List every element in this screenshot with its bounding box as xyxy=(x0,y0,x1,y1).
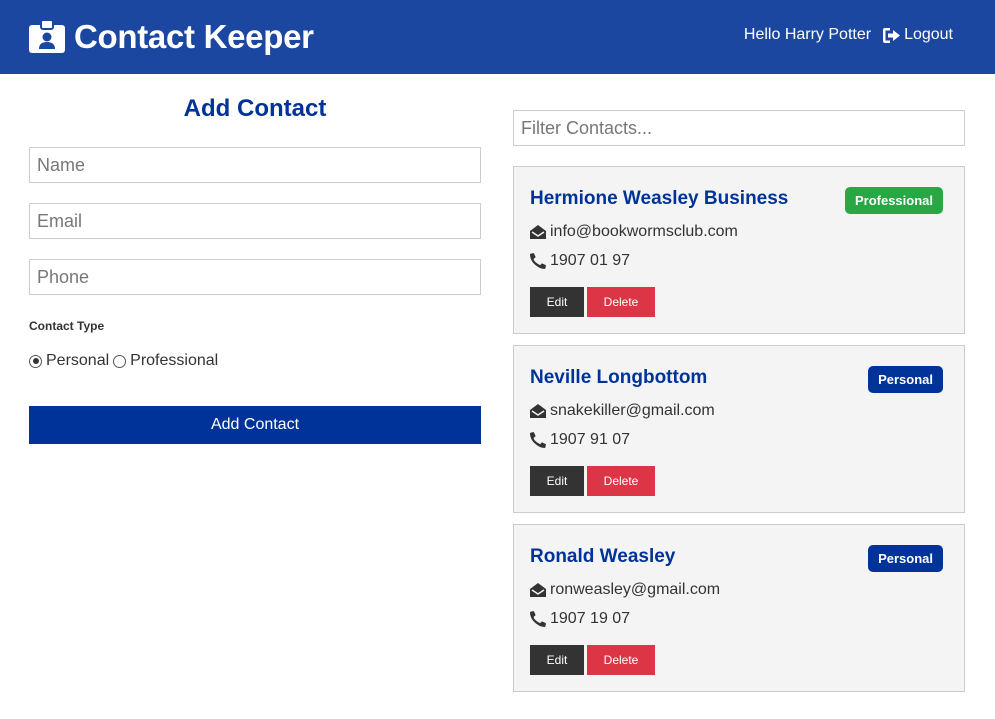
user-greeting: Hello Harry Potter xyxy=(743,26,872,43)
contact-card: Ronald Weasley Personal ronweasley@gmail… xyxy=(513,524,965,692)
personal-radio-label: Personal xyxy=(46,352,110,369)
contact-list: Hermione Weasley Business Professional i… xyxy=(513,110,965,692)
sign-out-icon xyxy=(883,27,901,43)
contact-email-row: ronweasley@gmail.com xyxy=(530,581,720,599)
name-input[interactable] xyxy=(29,147,481,183)
id-badge-icon xyxy=(29,20,65,53)
contact-type-badge: Personal xyxy=(868,545,943,572)
delete-button[interactable]: Delete xyxy=(587,287,655,317)
envelope-open-icon xyxy=(530,583,546,597)
contact-type-label: Contact Type xyxy=(29,319,105,333)
contact-name: Neville Longbottom xyxy=(530,367,708,388)
contact-name: Hermione Weasley Business xyxy=(530,188,789,209)
phone-icon xyxy=(530,611,546,627)
contact-phone: 1907 01 97 xyxy=(550,252,631,269)
contact-type-badge: Personal xyxy=(868,366,943,393)
contact-email: info@bookwormsclub.com xyxy=(550,223,738,240)
edit-button[interactable]: Edit xyxy=(530,466,584,496)
contact-card: Hermione Weasley Business Professional i… xyxy=(513,166,965,334)
contact-phone-row: 1907 01 97 xyxy=(530,252,630,270)
logout-label: Logout xyxy=(904,26,953,43)
add-contact-form: Add Contact Contact Type Personal Profes… xyxy=(29,90,481,444)
contact-type-options: Personal Professional xyxy=(29,352,481,370)
phone-icon xyxy=(530,253,546,269)
personal-radio[interactable] xyxy=(29,354,42,368)
contact-phone: 1907 19 07 xyxy=(550,610,631,627)
filter-contacts-input[interactable] xyxy=(513,110,965,146)
delete-button[interactable]: Delete xyxy=(587,645,655,675)
email-input[interactable] xyxy=(29,203,481,239)
contact-card: Neville Longbottom Personal snakekiller@… xyxy=(513,345,965,513)
card-actions: Edit Delete xyxy=(530,645,655,675)
edit-button[interactable]: Edit xyxy=(530,287,584,317)
envelope-open-icon xyxy=(530,404,546,418)
phone-icon xyxy=(530,432,546,448)
app-title: Contact Keeper xyxy=(74,18,314,55)
contact-phone-row: 1907 91 07 xyxy=(530,431,630,449)
phone-input[interactable] xyxy=(29,259,481,295)
contact-phone: 1907 91 07 xyxy=(550,431,631,448)
nav-user-area: Hello Harry Potter Logout xyxy=(744,26,953,44)
contact-type-badge: Professional xyxy=(844,187,943,214)
professional-radio-label: Professional xyxy=(130,352,219,369)
edit-button[interactable]: Edit xyxy=(530,645,584,675)
card-actions: Edit Delete xyxy=(530,287,655,317)
contact-email-row: snakekiller@gmail.com xyxy=(530,402,715,420)
card-actions: Edit Delete xyxy=(530,466,655,496)
professional-radio[interactable] xyxy=(113,354,127,368)
form-title: Add Contact xyxy=(183,95,327,122)
contact-email-row: info@bookwormsclub.com xyxy=(530,223,738,241)
logout-link[interactable]: Logout xyxy=(883,26,953,44)
delete-button[interactable]: Delete xyxy=(587,466,655,496)
envelope-open-icon xyxy=(530,225,546,239)
contact-phone-row: 1907 19 07 xyxy=(530,610,630,628)
brand: Contact Keeper xyxy=(28,17,314,57)
contact-name: Ronald Weasley xyxy=(530,546,676,567)
navbar: Contact Keeper Hello Harry Potter Logout xyxy=(0,0,995,74)
add-contact-button[interactable]: Add Contact xyxy=(29,406,481,444)
contact-email: snakekiller@gmail.com xyxy=(550,402,715,419)
contact-email: ronweasley@gmail.com xyxy=(550,581,721,598)
